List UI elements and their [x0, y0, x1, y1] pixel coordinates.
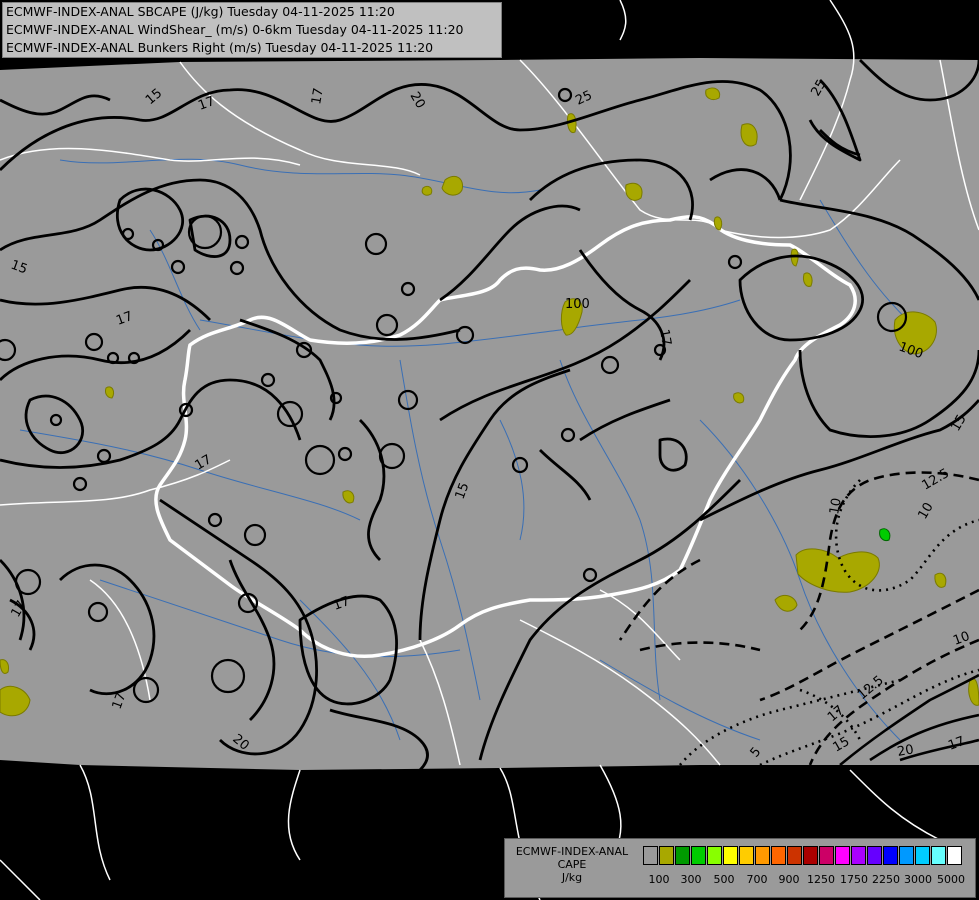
legend-tick: 300 [680, 873, 702, 886]
legend-tick: 1250 [807, 873, 835, 886]
legend-tick: 900 [778, 873, 800, 886]
contour-label: 20 [896, 742, 915, 760]
legend-swatch [643, 846, 658, 865]
legend-tick: 2250 [872, 873, 900, 886]
map-header: ECMWF-INDEX-ANAL SBCAPE (J/kg) Tuesday 0… [2, 2, 502, 58]
cape-legend: ECMWF-INDEX-ANAL CAPE J/kg 100 300 500 7… [504, 838, 976, 898]
legend-swatch [883, 846, 898, 865]
legend-title-source: ECMWF-INDEX-ANAL [515, 845, 629, 858]
legend-tick: 5000 [937, 873, 965, 886]
header-line-windshear: ECMWF-INDEX-ANAL WindShear_ (m/s) 0-6km … [6, 22, 464, 37]
weather-map: 15 17 17 20 25 25 15 17 100 17 100 15 17… [0, 0, 979, 900]
legend-swatch [739, 846, 754, 865]
legend-ticks: 100 300 500 700 900 1250 1750 2250 3000 … [643, 873, 973, 889]
legend-swatch [947, 846, 962, 865]
legend-title-variable: CAPE [557, 858, 587, 871]
legend-tick: 500 [713, 873, 735, 886]
legend-swatch [691, 846, 706, 865]
legend-swatch [723, 846, 738, 865]
legend-tick: 700 [746, 873, 768, 886]
legend-swatch [867, 846, 882, 865]
legend-swatch [755, 846, 770, 865]
legend-swatch [675, 846, 690, 865]
legend-swatch [915, 846, 930, 865]
header-line-sbcape: ECMWF-INDEX-ANAL SBCAPE (J/kg) Tuesday 0… [6, 4, 395, 19]
legend-swatch [771, 846, 786, 865]
legend-title: ECMWF-INDEX-ANAL CAPE J/kg [507, 845, 637, 884]
legend-swatch [819, 846, 834, 865]
legend-tick: 1750 [840, 873, 868, 886]
legend-swatch [835, 846, 850, 865]
legend-title-unit: J/kg [561, 871, 583, 884]
contour-label: 10 [827, 497, 845, 516]
legend-swatch [707, 846, 722, 865]
legend-swatch [803, 846, 818, 865]
contour-label: 17 [309, 87, 327, 106]
legend-swatch [899, 846, 914, 865]
legend-swatch [851, 846, 866, 865]
legend-swatch [787, 846, 802, 865]
legend-swatches [643, 846, 963, 865]
legend-tick: 100 [648, 873, 670, 886]
header-line-bunkers: ECMWF-INDEX-ANAL Bunkers Right (m/s) Tue… [6, 40, 434, 55]
legend-swatch [659, 846, 674, 865]
legend-tick: 3000 [904, 873, 932, 886]
contour-label: 17 [656, 328, 674, 347]
legend-swatch [931, 846, 946, 865]
contour-label: 100 [565, 297, 590, 312]
